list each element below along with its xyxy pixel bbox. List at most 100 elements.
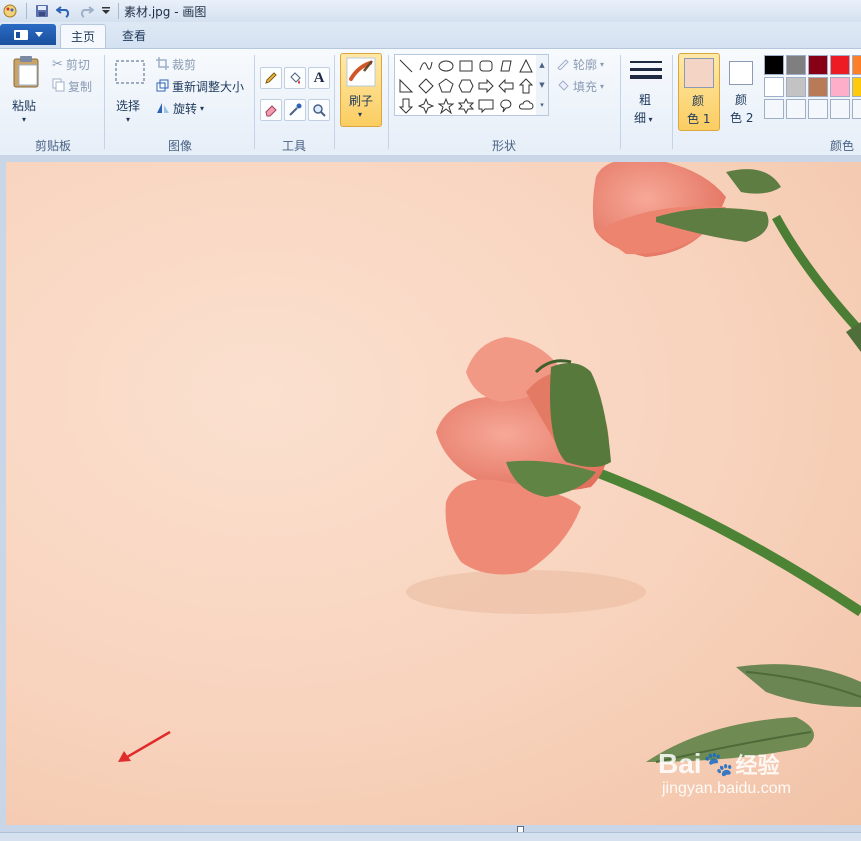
palette-color-swatch[interactable] (786, 99, 806, 119)
crop-button[interactable]: 裁剪 (156, 56, 196, 73)
rounded-rectangle-shape-icon[interactable] (477, 57, 495, 75)
title-bar: 素材.jpg - 画图 (0, 0, 861, 23)
brush-button[interactable]: 刷子 ▾ (340, 53, 382, 127)
resize-button[interactable]: 重新调整大小 (156, 78, 244, 95)
size-dropdown-icon: ▾ (646, 115, 653, 124)
fill-dropdown-icon: ▾ (600, 82, 605, 91)
rotate-button[interactable]: 旋转 ▾ (156, 100, 204, 117)
rotate-dropdown-icon: ▾ (200, 104, 205, 113)
up-arrow-shape-icon[interactable] (517, 77, 535, 95)
cut-button[interactable]: ✂ 剪切 (52, 56, 90, 73)
eraser-icon[interactable] (260, 99, 282, 121)
cloud-callout-shape-icon[interactable] (517, 97, 535, 115)
palette-color-swatch[interactable] (852, 99, 861, 119)
pentagon-shape-icon[interactable] (437, 77, 455, 95)
palette-color-swatch[interactable] (830, 77, 850, 97)
polygon-shape-icon[interactable] (497, 57, 515, 75)
paste-dropdown-icon: ▾ (22, 115, 27, 124)
red-arrow-annotation (118, 730, 171, 762)
five-point-star-shape-icon[interactable] (437, 97, 455, 115)
four-point-star-shape-icon[interactable] (417, 97, 435, 115)
outline-label: 轮廓 (573, 58, 598, 72)
group-separator (672, 55, 673, 149)
text-icon[interactable]: A (308, 67, 330, 89)
tools-group-label: 工具 (281, 139, 306, 153)
color1-label-line1: 颜 (692, 94, 705, 108)
size-label-line1: 粗 (639, 93, 652, 107)
palette-color-swatch[interactable] (852, 77, 861, 97)
resize-icon (156, 79, 169, 95)
image-canvas[interactable]: Bai 🐾 经验 jingyan.baidu.com (6, 162, 861, 825)
tab-view[interactable]: 查看 (112, 24, 156, 48)
save-icon[interactable] (34, 3, 50, 19)
palette-color-swatch[interactable] (852, 55, 861, 75)
rect-callout-shape-icon[interactable] (477, 97, 495, 115)
color2-button[interactable]: 颜 色 2 (722, 53, 762, 129)
right-arrow-shape-icon[interactable] (477, 77, 495, 95)
redo-icon[interactable] (78, 3, 94, 19)
rose-photo (406, 162, 861, 763)
color1-swatch (684, 58, 714, 88)
magnifier-icon[interactable] (308, 99, 330, 121)
customize-qa-icon[interactable] (98, 3, 114, 19)
group-separator (620, 55, 621, 149)
curve-shape-icon[interactable] (417, 57, 435, 75)
fill-bucket-icon (556, 79, 570, 95)
paint-menu-button[interactable] (0, 24, 56, 45)
brush-icon (346, 57, 376, 87)
scissors-icon: ✂ (52, 57, 63, 72)
select-label: 选择 (116, 99, 141, 113)
palette-color-swatch[interactable] (786, 77, 806, 97)
triangle-shape-icon[interactable] (517, 57, 535, 75)
palette-color-swatch[interactable] (808, 55, 828, 75)
copy-button[interactable]: 复制 (52, 78, 92, 95)
diamond-shape-icon[interactable] (417, 77, 435, 95)
ribbon-tabs: 主页 查看 (0, 22, 861, 49)
crop-label: 裁剪 (172, 58, 197, 72)
window-title: 素材.jpg - 画图 (124, 5, 207, 19)
oval-shape-icon[interactable] (437, 57, 455, 75)
undo-icon[interactable] (56, 3, 72, 19)
palette-color-swatch[interactable] (764, 77, 784, 97)
left-arrow-shape-icon[interactable] (497, 77, 515, 95)
color1-button[interactable]: 颜 色 1 (678, 53, 720, 131)
chevron-down-icon (35, 31, 43, 37)
shapes-gallery (394, 54, 538, 116)
size-button[interactable]: 粗 细 ▾ (626, 53, 666, 129)
shapes-scrollbar[interactable]: ▲ ▼ ▾ (536, 54, 549, 116)
title-divider (118, 3, 119, 19)
palette-color-swatch[interactable] (808, 99, 828, 119)
group-separator (254, 55, 255, 149)
palette-color-swatch[interactable] (764, 55, 784, 75)
line-shape-icon[interactable] (397, 57, 415, 75)
watermark-url: jingyan.baidu.com (662, 780, 791, 797)
group-separator (104, 55, 105, 149)
cut-label: 剪切 (65, 58, 90, 72)
oval-callout-shape-icon[interactable] (497, 97, 515, 115)
brush-label: 刷子 (349, 94, 374, 108)
fill-icon[interactable] (284, 67, 306, 89)
color-picker-icon[interactable] (284, 99, 306, 121)
copy-icon (52, 78, 65, 95)
image-group-label: 图像 (167, 139, 192, 153)
fill-button[interactable]: 填充 ▾ (556, 78, 604, 95)
palette-color-swatch[interactable] (830, 99, 850, 119)
paint-app-icon[interactable] (2, 3, 18, 19)
colors-group-label: 颜色 (830, 139, 855, 153)
paste-button[interactable]: 粘贴 ▾ (8, 53, 46, 129)
canvas-area: Bai 🐾 经验 jingyan.baidu.com (0, 155, 861, 840)
palette-color-swatch[interactable] (830, 55, 850, 75)
outline-button[interactable]: 轮廓 ▾ (556, 56, 604, 73)
six-point-star-shape-icon[interactable] (457, 97, 475, 115)
right-triangle-shape-icon[interactable] (397, 77, 415, 95)
tab-home[interactable]: 主页 (60, 24, 106, 49)
palette-color-swatch[interactable] (808, 77, 828, 97)
pencil-icon[interactable] (260, 67, 282, 89)
palette-color-swatch[interactable] (764, 99, 784, 119)
rectangle-shape-icon[interactable] (457, 57, 475, 75)
hexagon-shape-icon[interactable] (457, 77, 475, 95)
down-arrow-shape-icon[interactable] (397, 97, 415, 115)
select-button[interactable]: 选择 ▾ (110, 53, 150, 129)
line-size-icon (630, 61, 662, 79)
palette-color-swatch[interactable] (786, 55, 806, 75)
